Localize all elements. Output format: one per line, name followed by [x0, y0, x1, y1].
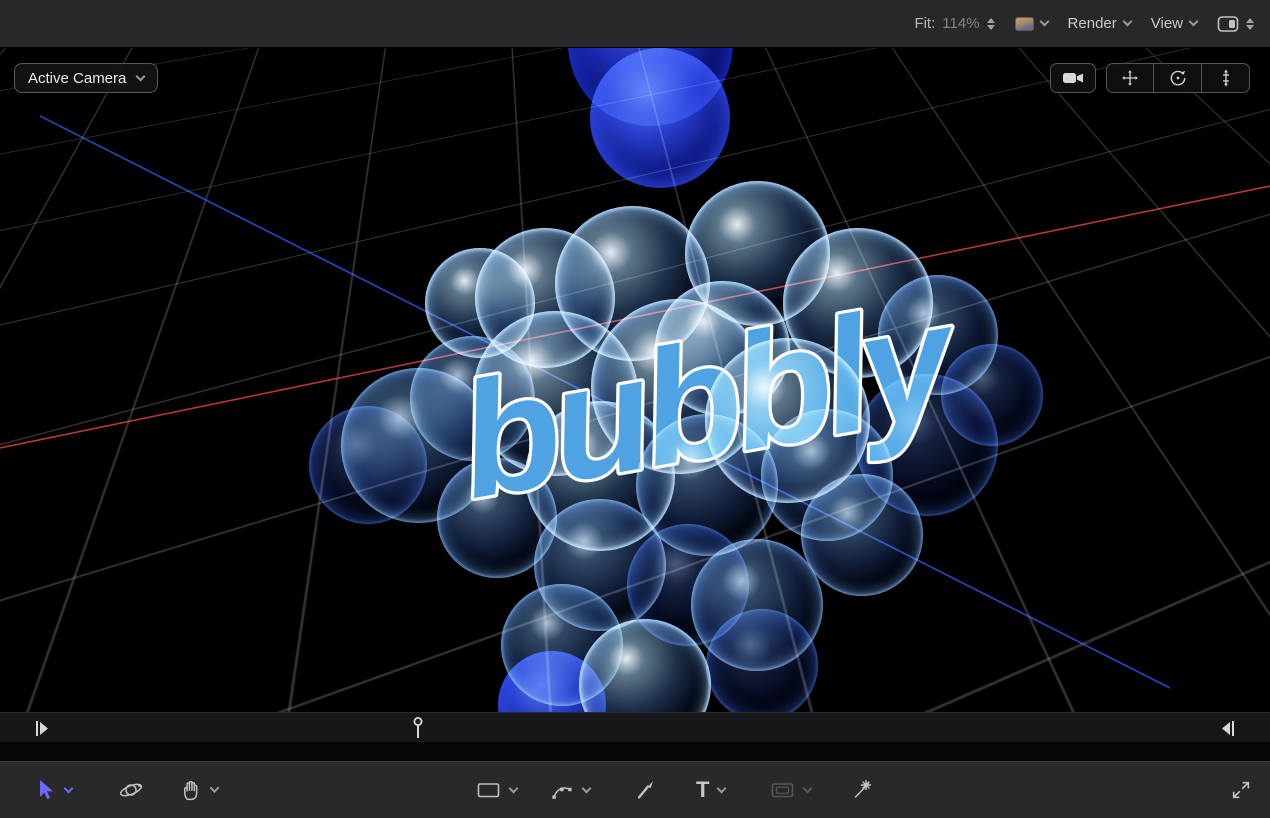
render-menu-label: Render: [1068, 15, 1117, 32]
playhead[interactable]: [414, 718, 421, 738]
bezier-pen-icon: [550, 779, 574, 801]
camera-select-button[interactable]: Active Camera: [14, 63, 158, 93]
adjust-glyph-tool[interactable]: [850, 778, 874, 802]
view-menu[interactable]: View: [1151, 15, 1197, 32]
rectangle-shape-tool[interactable]: [476, 779, 517, 801]
paintbrush-icon: [634, 779, 658, 802]
chevron-down-icon: [1189, 17, 1199, 27]
color-swatch-icon: [1015, 17, 1034, 31]
expand-diagonal-icon: [1230, 779, 1252, 801]
adjust-glyph-icon: [850, 778, 874, 802]
camera-move-group: [1106, 63, 1250, 93]
zoom-stepper[interactable]: [987, 18, 995, 30]
layout-stepper[interactable]: [1246, 18, 1254, 30]
rectangle-icon: [476, 779, 501, 801]
fit-label: Fit:: [914, 15, 935, 32]
canvas-viewport[interactable]: bubbly Active Camera: [0, 48, 1270, 712]
pan-arrows-icon: [1120, 68, 1140, 88]
3d-view-tools: [1050, 63, 1250, 93]
select-arrow-icon: [34, 778, 56, 802]
chevron-down-icon: [64, 783, 74, 793]
bezier-tool[interactable]: [550, 779, 590, 801]
canvas-toolbar: Fit: 114% Render View: [0, 0, 1270, 48]
chevron-down-icon: [582, 783, 592, 793]
dolly-arrows-icon: [1216, 68, 1236, 88]
camera-select-label: Active Camera: [28, 70, 126, 87]
out-point-marker[interactable]: [1222, 721, 1233, 736]
text-tool[interactable]: T: [696, 779, 725, 801]
chevron-down-icon: [1039, 17, 1049, 27]
layout-control[interactable]: [1217, 15, 1254, 33]
chevron-down-icon: [210, 783, 220, 793]
3d-transform-tool[interactable]: [118, 778, 144, 802]
motion-canvas-window: Fit: 114% Render View: [0, 0, 1270, 818]
3d-orbit-icon: [118, 778, 144, 802]
select-transform-tool[interactable]: [34, 778, 72, 802]
timeline-gap: [0, 742, 1270, 761]
chevron-down-icon: [803, 783, 813, 793]
bubble: [801, 474, 923, 596]
render-menu[interactable]: Render: [1068, 15, 1131, 32]
channels-menu[interactable]: [1015, 17, 1048, 31]
dolly-view-button[interactable]: [1202, 63, 1250, 93]
text-tool-icon: T: [696, 779, 709, 801]
bubble: [636, 414, 778, 556]
bubbles-layer-front: [0, 48, 1270, 712]
hand-icon: [180, 779, 202, 802]
video-camera-icon: [1062, 70, 1084, 86]
chevron-down-icon: [509, 783, 519, 793]
bubble: [941, 344, 1043, 446]
camera-view-button[interactable]: [1050, 63, 1096, 93]
canvas-layout-icon: [1217, 15, 1239, 33]
chevron-down-icon: [1122, 17, 1132, 27]
zoom-fit-control[interactable]: Fit: 114%: [914, 15, 994, 32]
orbit-rotate-icon: [1168, 68, 1188, 88]
pan-hand-tool[interactable]: [180, 779, 218, 802]
expand-canvas-tool[interactable]: [1230, 779, 1252, 801]
tools-toolbar: T: [0, 761, 1270, 818]
mini-timeline[interactable]: [0, 712, 1270, 742]
orbit-view-button[interactable]: [1154, 63, 1202, 93]
mask-tool-disabled[interactable]: [770, 779, 811, 801]
chevron-down-icon: [136, 71, 146, 81]
chevron-down-icon: [717, 783, 727, 793]
view-menu-label: View: [1151, 15, 1183, 32]
in-point-marker[interactable]: [37, 721, 48, 736]
pan-view-button[interactable]: [1106, 63, 1154, 93]
paint-stroke-tool[interactable]: [634, 779, 658, 802]
fit-value: 114%: [942, 15, 979, 32]
mask-rectangle-icon: [770, 779, 795, 801]
